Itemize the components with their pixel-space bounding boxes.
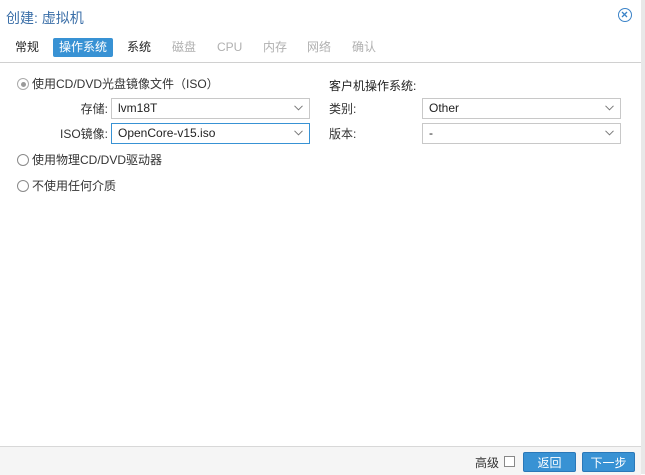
radio-button[interactable] xyxy=(17,154,29,166)
storage-select[interactable]: lvm18T xyxy=(111,98,310,119)
tab-confirm: 确认 xyxy=(352,40,377,54)
dialog-titlebar: 创建: 虚拟机 xyxy=(0,0,641,32)
storage-value: lvm18T xyxy=(118,101,158,115)
radio-use-iso[interactable]: 使用CD/DVD光盘镜像文件（ISO） xyxy=(17,76,219,92)
create-vm-dialog: 创建: 虚拟机 常规 操作系统 系统 磁盘 CPU 内存 网络 确认 使用CD/… xyxy=(0,0,641,475)
radio-use-physical[interactable]: 使用物理CD/DVD驱动器 xyxy=(17,152,162,168)
tab-cpu: CPU xyxy=(217,40,243,54)
guest-os-heading: 客户机操作系统: xyxy=(329,79,417,93)
window-edge xyxy=(641,0,645,474)
iso-value: OpenCore-v15.iso xyxy=(118,126,216,140)
chevron-down-icon xyxy=(605,130,614,136)
tab-disk: 磁盘 xyxy=(172,40,197,54)
tab-network: 网络 xyxy=(307,40,332,54)
storage-label: 存储: xyxy=(80,102,108,116)
os-panel: 使用CD/DVD光盘镜像文件（ISO） 存储: lvm18T ISO镜像: Op… xyxy=(0,63,641,446)
guest-version-select[interactable]: - xyxy=(422,123,621,144)
radio-use-iso-label: 使用CD/DVD光盘镜像文件（ISO） xyxy=(32,77,219,91)
type-label: 类别: xyxy=(329,102,357,116)
tab-system[interactable]: 系统 xyxy=(127,38,151,57)
wizard-tabs: 常规 操作系统 系统 磁盘 CPU 内存 网络 确认 xyxy=(0,32,641,63)
version-value: - xyxy=(429,126,433,140)
radio-no-media[interactable]: 不使用任何介质 xyxy=(17,178,116,194)
version-label: 版本: xyxy=(329,127,357,141)
advanced-checkbox[interactable] xyxy=(504,456,515,467)
guest-type-select[interactable]: Other xyxy=(422,98,621,119)
iso-image-select[interactable]: OpenCore-v15.iso xyxy=(111,123,310,144)
radio-use-physical-label: 使用物理CD/DVD驱动器 xyxy=(32,153,163,167)
dialog-title: 创建: 虚拟机 xyxy=(6,10,84,26)
dialog-footer: 高级 返回 下一步 xyxy=(0,446,641,475)
tab-os[interactable]: 操作系统 xyxy=(53,38,114,57)
radio-button-checked[interactable] xyxy=(17,78,29,90)
close-icon[interactable] xyxy=(618,8,632,22)
tab-memory: 内存 xyxy=(263,40,288,54)
back-button[interactable]: 返回 xyxy=(523,452,576,472)
chevron-down-icon xyxy=(294,105,303,111)
chevron-down-icon xyxy=(294,130,303,136)
advanced-label: 高级 xyxy=(475,456,500,470)
radio-no-media-label: 不使用任何介质 xyxy=(32,179,117,193)
radio-button[interactable] xyxy=(17,180,29,192)
chevron-down-icon xyxy=(605,105,614,111)
iso-label: ISO镜像: xyxy=(59,127,108,141)
type-value: Other xyxy=(429,101,460,115)
next-button[interactable]: 下一步 xyxy=(582,452,635,472)
tab-general[interactable]: 常规 xyxy=(15,38,39,57)
